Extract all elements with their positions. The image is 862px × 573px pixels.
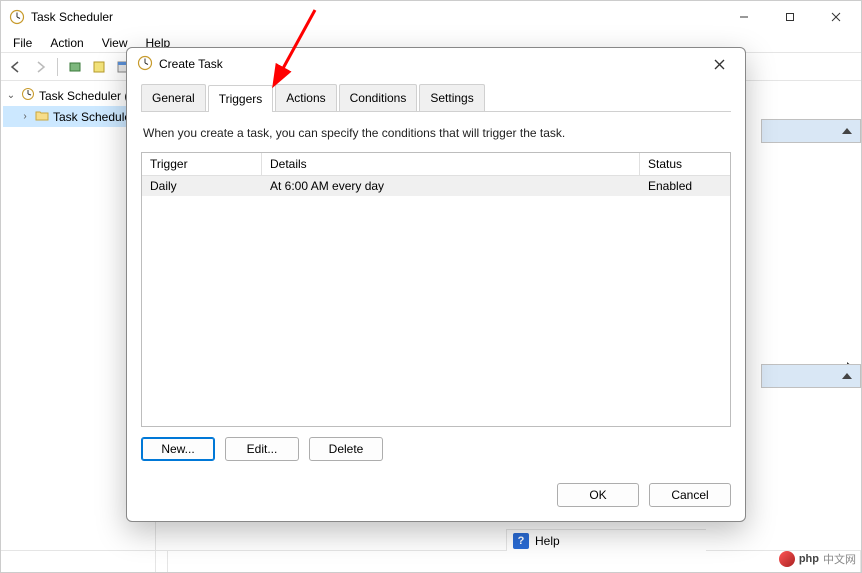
toolbar-icon-1[interactable] — [64, 56, 86, 78]
new-button[interactable]: New... — [141, 437, 215, 461]
status-cell-1 — [1, 551, 156, 572]
forward-button[interactable] — [29, 56, 51, 78]
dialog-close-button[interactable] — [699, 50, 739, 78]
tree-root-label: Task Scheduler (L — [39, 89, 135, 103]
dialog-description: When you create a task, you can specify … — [143, 126, 729, 140]
help-strip[interactable]: ? Help — [506, 529, 706, 551]
edit-button[interactable]: Edit... — [225, 437, 299, 461]
menu-file[interactable]: File — [5, 34, 40, 52]
tab-settings[interactable]: Settings — [419, 84, 484, 111]
watermark-text: 中文网 — [823, 551, 856, 567]
create-task-dialog: Create Task General Triggers Actions Con… — [126, 47, 746, 522]
dialog-icon — [137, 55, 153, 74]
cell-trigger: Daily — [142, 176, 262, 196]
status-cell-2 — [156, 551, 168, 572]
watermark-logo — [779, 551, 795, 567]
ok-button[interactable]: OK — [557, 483, 639, 507]
cancel-button[interactable]: Cancel — [649, 483, 731, 507]
toolbar-separator — [57, 58, 58, 76]
minimize-button[interactable] — [721, 2, 767, 32]
titlebar-title: Task Scheduler — [31, 10, 721, 24]
col-status[interactable]: Status — [640, 153, 730, 176]
col-details[interactable]: Details — [262, 153, 640, 176]
delete-button[interactable]: Delete — [309, 437, 383, 461]
maximize-button[interactable] — [767, 2, 813, 32]
folder-icon — [35, 108, 49, 125]
table-row[interactable]: Daily At 6:00 AM every day Enabled — [142, 176, 730, 196]
chevron-up-icon — [842, 373, 852, 379]
triggers-table: Trigger Details Status Daily At 6:00 AM … — [141, 152, 731, 427]
dialog-body: General Triggers Actions Conditions Sett… — [127, 80, 745, 471]
toolbar-icon-2[interactable] — [88, 56, 110, 78]
col-trigger[interactable]: Trigger — [142, 153, 262, 176]
help-label: Help — [535, 534, 560, 548]
watermark: php 中文网 — [779, 551, 856, 567]
dialog-title: Create Task — [159, 57, 699, 71]
tree-child-label: Task Schedule — [53, 110, 131, 124]
back-button[interactable] — [5, 56, 27, 78]
row-actions: New... Edit... Delete — [141, 437, 731, 461]
table-header: Trigger Details Status — [142, 153, 730, 176]
status-cell-3 — [168, 551, 861, 572]
chevron-up-icon — [842, 128, 852, 134]
expand-icon[interactable]: ⌄ — [5, 90, 17, 101]
tab-strip: General Triggers Actions Conditions Sett… — [141, 84, 731, 112]
tab-general[interactable]: General — [141, 84, 206, 111]
collapse-band-2[interactable] — [761, 364, 861, 388]
titlebar: Task Scheduler — [1, 1, 861, 33]
cell-status: Enabled — [640, 176, 730, 196]
dialog-titlebar: Create Task — [127, 48, 745, 80]
help-icon: ? — [513, 533, 529, 549]
app-icon — [9, 9, 25, 25]
dialog-footer: OK Cancel — [127, 471, 745, 521]
window-controls — [721, 2, 859, 32]
close-button[interactable] — [813, 2, 859, 32]
statusbar — [1, 550, 861, 572]
tab-conditions[interactable]: Conditions — [339, 84, 418, 111]
collapse-band-1[interactable] — [761, 119, 861, 143]
menu-action[interactable]: Action — [42, 34, 91, 52]
clock-icon — [21, 87, 35, 104]
tab-actions[interactable]: Actions — [275, 84, 336, 111]
cell-details: At 6:00 AM every day — [262, 176, 640, 196]
expand-icon[interactable]: › — [19, 111, 31, 122]
tab-triggers[interactable]: Triggers — [208, 85, 274, 112]
